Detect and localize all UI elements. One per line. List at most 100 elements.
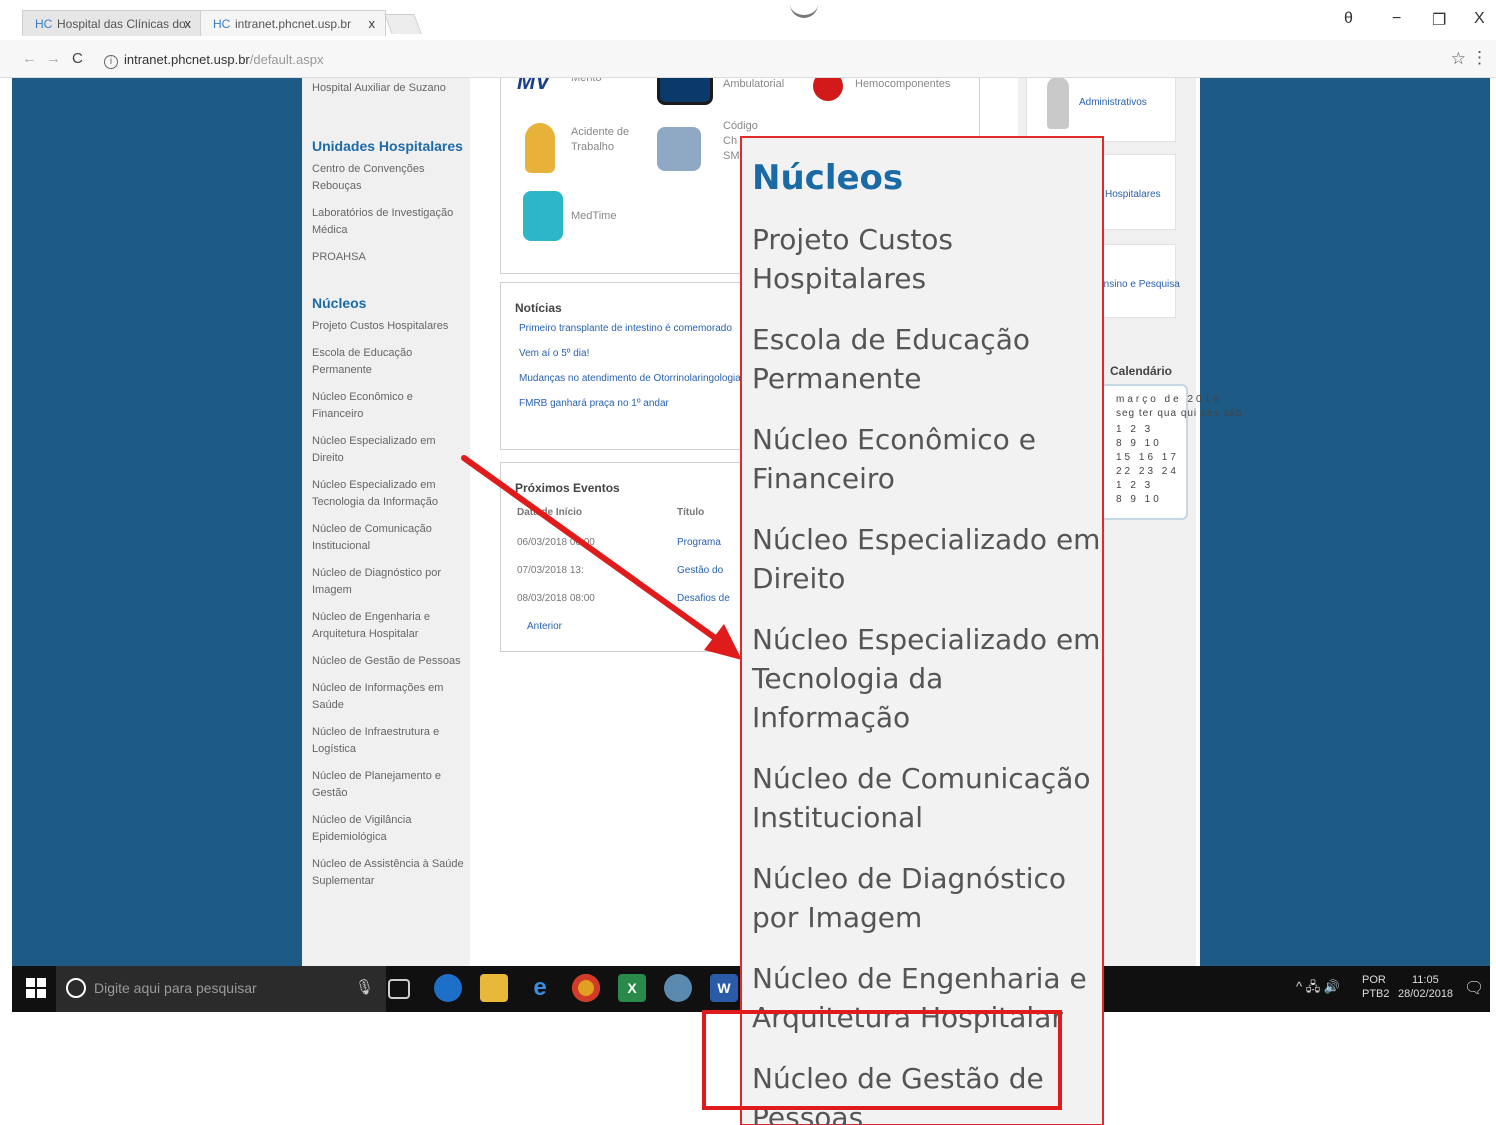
microphone-icon[interactable]: 🎙 xyxy=(355,978,374,996)
calendar-week[interactable]: 15 16 17 xyxy=(1116,452,1179,463)
tile-label: Mérito xyxy=(571,78,602,84)
sidebar-item[interactable]: Núcleo de Infraestrutura e Logística xyxy=(312,724,464,758)
reload-button[interactable]: C xyxy=(72,50,83,67)
calendar-week[interactable]: 1 2 3 xyxy=(1116,480,1153,491)
sidebar-item[interactable]: Projeto Custos Hospitalares xyxy=(312,318,464,335)
sidebar-item[interactable]: Escola de Educação Permanente xyxy=(312,345,464,379)
sidebar-item[interactable]: Núcleo Econômico e Financeiro xyxy=(312,389,464,423)
sidebar-heading-nucleos[interactable]: Núcleos xyxy=(312,294,464,312)
event-date: 08/03/2018 08:00 xyxy=(517,593,595,604)
browser-tab-bar: HC Hospital das Clínicas do x HC intrane… xyxy=(0,0,1496,40)
app-icon[interactable] xyxy=(664,974,692,1002)
forward-button[interactable]: → xyxy=(46,50,61,67)
language-indicator[interactable]: POR xyxy=(1362,974,1386,987)
windows-start-icon[interactable] xyxy=(26,978,46,998)
tile-label: Acidente de Trabalho xyxy=(571,126,630,153)
tab-hospital-clinicas[interactable]: HC Hospital das Clínicas do x xyxy=(22,10,202,36)
event-date: 07/03/2018 13: xyxy=(517,565,584,576)
calendar-week[interactable]: 1 2 3 xyxy=(1116,424,1153,435)
notifications-icon[interactable]: 🗨 xyxy=(1464,978,1484,998)
search-placeholder: Digite aqui para pesquisar xyxy=(94,980,257,996)
cortana-icon xyxy=(66,978,86,998)
left-sidebar: Hospital Auxiliar de Suzano Unidades Hos… xyxy=(302,78,470,966)
taskbar-search-box[interactable]: Digite aqui para pesquisar 🎙 xyxy=(56,966,386,1012)
url-path: /default.aspx xyxy=(249,52,324,67)
person-icon xyxy=(1047,78,1069,129)
sidebar-item[interactable]: PROAHSA xyxy=(312,249,464,266)
admin-link[interactable]: Administrativos xyxy=(1079,97,1147,108)
tab-intranet[interactable]: HC intranet.phcnet.usp.br x xyxy=(200,10,386,36)
zoom-item-economico-financeiro[interactable]: Núcleo Econômico e Financeiro xyxy=(752,420,1102,498)
browser-menu-icon[interactable]: ⋮ xyxy=(1471,48,1488,68)
calendar-month[interactable]: março de 2018 xyxy=(1116,394,1222,405)
sidebar-item[interactable]: Núcleo Especializado em Tecnologia da In… xyxy=(312,477,464,511)
sidebar-item[interactable]: Laboratórios de Investigação Médica xyxy=(312,205,464,239)
zoom-item-diagnostico-imagem[interactable]: Núcleo de Diagnóstico por Imagem xyxy=(752,859,1102,937)
maximize-button[interactable]: ❐ xyxy=(1432,10,1446,30)
calendar-week[interactable]: 8 9 10 xyxy=(1116,494,1162,505)
sidebar-item[interactable]: Núcleo de Comunicação Institucional xyxy=(312,521,464,555)
clock-time[interactable]: 11:05 xyxy=(1412,974,1439,987)
keyboard-layout[interactable]: PTB2 xyxy=(1362,988,1390,1001)
sidebar-item[interactable]: Núcleo Especializado em Direito xyxy=(312,433,464,467)
sidebar-item[interactable]: Núcleo de Gestão de Pessoas xyxy=(312,653,464,670)
hospitalares-link[interactable]: Hospitalares xyxy=(1105,189,1161,200)
minimize-button[interactable]: − xyxy=(1392,10,1401,28)
blood-drop-icon xyxy=(813,78,843,101)
events-previous-link[interactable]: Anterior xyxy=(527,621,562,632)
people-icon xyxy=(657,127,701,171)
sidebar-item[interactable]: Núcleo de Planejamento e Gestão xyxy=(312,768,464,802)
tile-label: Ambulatorial xyxy=(723,78,785,90)
calendar-week[interactable]: 22 23 24 xyxy=(1116,466,1179,477)
ensino-link[interactable]: Ensino e Pesquisa xyxy=(1097,279,1180,290)
calendar-title: Calendário xyxy=(1110,364,1173,378)
doctor-icon xyxy=(525,123,555,173)
sidebar-item-hospital-auxiliar[interactable]: Hospital Auxiliar de Suzano xyxy=(312,80,464,97)
zoom-item-escola-educacao[interactable]: Escola de Educação Permanente xyxy=(752,320,1102,398)
calendar-header: seg ter qua qui sex sáb xyxy=(1116,408,1243,419)
event-title-link[interactable]: Programa xyxy=(677,537,721,548)
new-tab-button[interactable] xyxy=(384,14,422,34)
sidebar-item[interactable]: Núcleo de Assistência à Saúde Suplementa… xyxy=(312,856,464,890)
gestao-pessoas-highlight-box xyxy=(702,1010,1062,1110)
tray-icons[interactable]: ^ 🖧 🔊 xyxy=(1296,978,1340,1000)
tab-close-icon[interactable]: x xyxy=(369,16,376,31)
url-host: intranet.phcnet.usp.br xyxy=(124,52,250,67)
zoom-item-projeto-custos[interactable]: Projeto Custos Hospitalares xyxy=(752,220,1102,298)
events-col-title: Título xyxy=(677,507,705,518)
browser-globe-icon[interactable] xyxy=(434,974,462,1002)
back-button[interactable]: ← xyxy=(22,50,37,67)
bookmark-star-icon[interactable]: ☆ xyxy=(1451,49,1466,69)
sidebar-item[interactable]: Núcleo de Diagnóstico por Imagem xyxy=(312,565,464,599)
info-icon[interactable]: i xyxy=(104,55,118,69)
nucleos-zoom-panel: Núcleos Projeto Custos Hospitalares Esco… xyxy=(740,136,1104,1125)
sidebar-item[interactable]: Núcleo de Informações em Saúde xyxy=(312,680,464,714)
monitor-icon xyxy=(657,78,713,105)
word-icon[interactable]: W xyxy=(710,974,738,1002)
zoom-item-comunicacao[interactable]: Núcleo de Comunicação Institucional xyxy=(752,759,1102,837)
loading-spinner-icon xyxy=(790,4,818,18)
close-window-button[interactable]: X xyxy=(1474,10,1485,28)
event-title-link[interactable]: Desafios de xyxy=(677,593,730,604)
zoom-item-tecnologia-informacao[interactable]: Núcleo Especializado em Tecnologia da In… xyxy=(752,620,1102,737)
chrome-icon[interactable] xyxy=(572,974,600,1002)
admin-box[interactable]: Administrativos xyxy=(1026,78,1176,142)
task-view-icon[interactable] xyxy=(388,979,410,999)
internet-explorer-icon[interactable]: e xyxy=(526,974,554,1002)
sidebar-item[interactable]: Núcleo de Vigilância Epidemiológica xyxy=(312,812,464,846)
events-col-date: Data de Início xyxy=(517,507,583,518)
calendar-week[interactable]: 8 9 10 xyxy=(1116,438,1162,449)
sidebar-heading-unidades[interactable]: Unidades Hospitalares xyxy=(312,137,464,155)
tab-close-icon[interactable]: x xyxy=(185,16,192,31)
user-profile-icon[interactable]: θ xyxy=(1344,10,1353,28)
clock-date[interactable]: 28/02/2018 xyxy=(1398,988,1453,1001)
event-date: 06/03/2018 00:00 xyxy=(517,537,595,548)
sidebar-item[interactable]: Núcleo de Engenharia e Arquitetura Hospi… xyxy=(312,609,464,643)
url-field[interactable]: i intranet.phcnet.usp.br/default.aspx xyxy=(96,48,1436,72)
zoom-item-direito[interactable]: Núcleo Especializado em Direito xyxy=(752,520,1102,598)
hc-favicon-icon: HC xyxy=(213,17,231,31)
excel-icon[interactable]: X xyxy=(618,974,646,1002)
event-title-link[interactable]: Gestão do xyxy=(677,565,723,576)
file-explorer-icon[interactable] xyxy=(480,974,508,1002)
sidebar-item[interactable]: Centro de Convenções Rebouças xyxy=(312,161,464,195)
